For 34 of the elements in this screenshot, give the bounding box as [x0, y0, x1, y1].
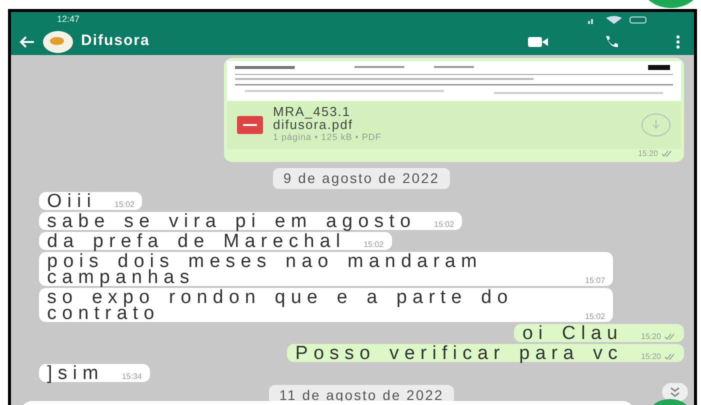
message-text: so expo rondon que e a parte do contrato	[47, 290, 514, 322]
double-check-icon	[664, 333, 676, 340]
message-text: da prefa de Marechal	[47, 234, 346, 250]
file-name: MRA_453.1	[273, 105, 352, 118]
contact-name: Difusora	[81, 31, 150, 52]
pdf-file-icon	[237, 116, 263, 134]
document-bubble[interactable]: MRA_453.1 difusora.pdf 1 página • 125 kB • PDF 15:20	[224, 58, 684, 162]
message-time: 15:20	[638, 148, 658, 158]
status-icons	[588, 16, 648, 24]
message-time: 15:20	[640, 332, 661, 342]
message-text: ]sim	[47, 366, 104, 382]
back-arrow-icon[interactable]	[19, 36, 35, 48]
message-time: 15:02	[434, 220, 454, 230]
double-check-icon	[664, 353, 676, 360]
file-details: 1 página • 125 kB • PDF	[273, 132, 382, 144]
message-text: oi Clau	[522, 326, 623, 342]
status-time: 12:47	[57, 13, 80, 26]
avatar-icon[interactable]	[43, 30, 73, 52]
scroll-down-icon[interactable]	[662, 382, 688, 400]
double-check-icon	[661, 150, 673, 157]
message-time: 15:20	[640, 352, 661, 362]
date-label: 9 de agosto de 2022	[273, 168, 450, 188]
message-time: 15:02	[364, 240, 384, 250]
message-time: 15:02	[585, 312, 606, 322]
message-time: 15:34	[122, 372, 142, 382]
message-text: Oiii	[47, 194, 96, 210]
video-call-icon[interactable]	[528, 36, 548, 48]
message-time: 15:02	[114, 200, 134, 210]
phone-icon[interactable]	[604, 34, 620, 48]
message-time: 15:07	[585, 276, 606, 286]
more-options-icon[interactable]	[676, 34, 680, 48]
message-text: sabe se vira pi em agosto	[47, 214, 416, 230]
file-name: difusora.pdf	[273, 118, 354, 131]
message-text: Posso verificar para vc	[295, 346, 623, 362]
